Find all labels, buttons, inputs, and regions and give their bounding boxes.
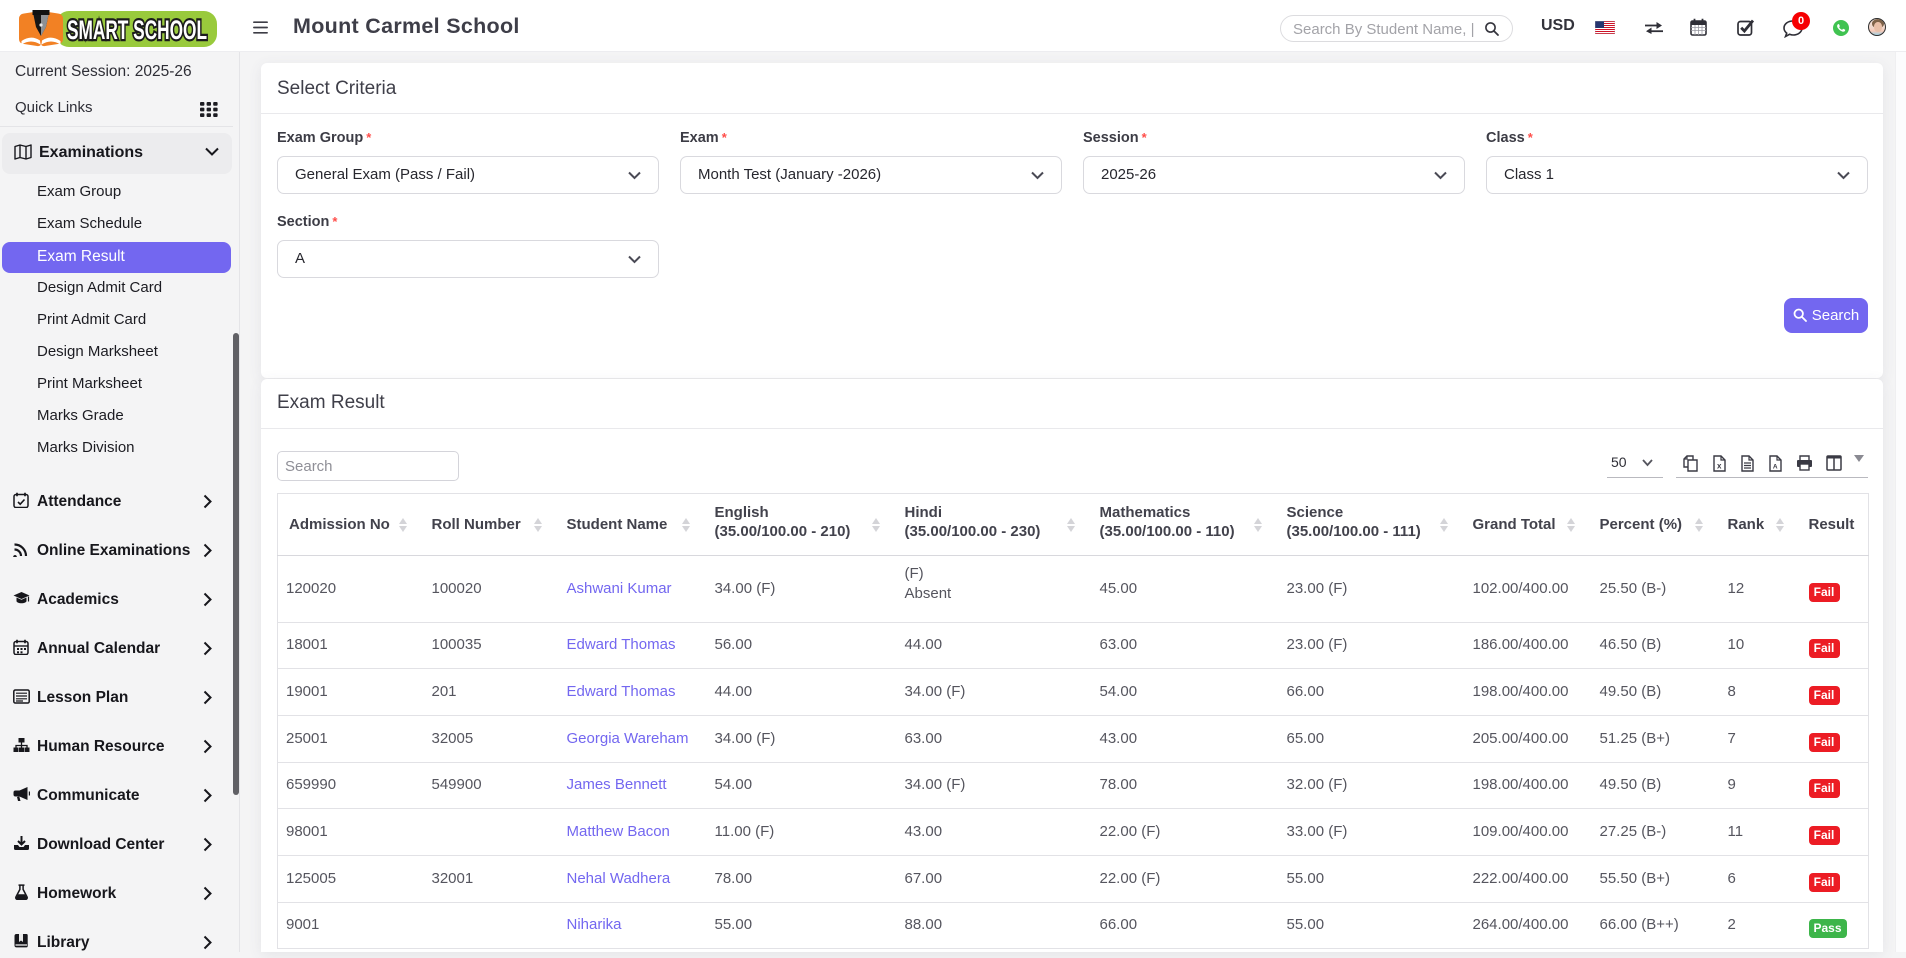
svg-text:SMART SCHOOL: SMART SCHOOL (67, 14, 207, 45)
svg-text:x: x (1716, 462, 1721, 471)
svg-text:A: A (1772, 464, 1777, 471)
